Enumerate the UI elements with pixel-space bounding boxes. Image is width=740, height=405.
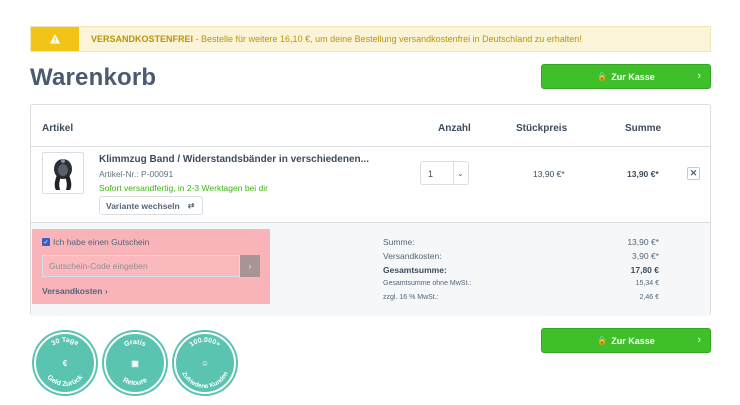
svg-text:Geld Zurück: Geld Zurück xyxy=(46,374,85,388)
shipping-costs-link[interactable]: Versandkosten › xyxy=(42,286,108,296)
checkout-button-top[interactable]: 🔒 Zur Kasse › xyxy=(541,64,711,89)
notice-body: - Bestelle für weitere 16,10 €, um deine… xyxy=(193,34,582,44)
checkout-label: Zur Kasse xyxy=(611,71,655,82)
cart-table: Artikel Anzahl Stückpreis Summe Klimmzug… xyxy=(30,104,711,316)
checkout-button-bottom[interactable]: 🔒 Zur Kasse › xyxy=(541,328,711,353)
product-sku: Artikel-Nr.: P-00091 xyxy=(99,169,174,179)
remove-item-button[interactable]: ✕ xyxy=(687,167,700,180)
grand-total-value: 17,80 € xyxy=(630,265,659,275)
cart-footer: ✓ Ich habe einen Gutschein Gutschein-Cod… xyxy=(31,222,710,316)
svg-text:100.000+: 100.000+ xyxy=(188,337,221,349)
vat-value: 2,46 € xyxy=(639,294,659,301)
voucher-checkbox[interactable]: ✓ Ich habe einen Gutschein xyxy=(42,237,149,247)
svg-text:Zufriedene Kunden: Zufriedene Kunden xyxy=(180,371,230,391)
grand-total-label: Gesamtsumme: xyxy=(383,265,447,275)
free-return-badge: Gratis Retoure ▣ xyxy=(104,332,166,394)
lock-icon: 🔒 xyxy=(597,72,608,81)
chevron-right-icon: › xyxy=(697,334,701,346)
cart-header: Artikel Anzahl Stückpreis Summe xyxy=(31,105,710,147)
money-back-badge: 30 Tage Geld Zurück € xyxy=(34,332,96,394)
col-article: Artikel xyxy=(42,123,74,134)
badge-free-bottom: Retoure xyxy=(121,377,148,387)
svg-text:Gratis: Gratis xyxy=(123,339,147,348)
notice-text: VERSANDKOSTENFREI - Bestelle für weitere… xyxy=(79,34,582,44)
unit-price: 13,90 €* xyxy=(533,169,565,179)
product-name-link[interactable]: Klimmzug Band / Widerstandsbänder in ver… xyxy=(99,154,369,165)
badge-days-top: 30 Tage xyxy=(50,337,79,348)
shipping-link-label: Versandkosten xyxy=(42,286,103,296)
lock-icon: 🔒 xyxy=(597,336,608,345)
col-quantity: Anzahl xyxy=(438,123,471,134)
swap-icon: ⇄ xyxy=(187,201,195,210)
net-total-label: Gesamtsumme ohne MwSt.: xyxy=(383,280,472,287)
badge-customers-bottom: Zufriedene Kunden xyxy=(180,371,230,391)
svg-text:Retoure: Retoure xyxy=(121,377,148,387)
svg-text:30 Tage: 30 Tage xyxy=(50,337,79,348)
happy-customers-badge: 100.000+ Zufriedene Kunden ☺ xyxy=(174,332,236,394)
badge-customers-top: 100.000+ xyxy=(188,337,221,349)
col-unit-price: Stückpreis xyxy=(516,123,568,134)
warning-icon xyxy=(31,27,79,51)
quantity-select[interactable]: 1 ⌄ xyxy=(420,161,469,185)
voucher-checkbox-label: Ich habe einen Gutschein xyxy=(53,237,150,247)
badge-free-top: Gratis xyxy=(123,339,147,348)
col-total: Summe xyxy=(625,123,662,134)
checkbox-icon[interactable]: ✓ xyxy=(42,238,50,246)
quantity-value: 1 xyxy=(428,169,434,179)
shipping-notice: VERSANDKOSTENFREI - Bestelle für weitere… xyxy=(30,26,711,52)
shipping-value: 3,90 €* xyxy=(632,251,659,261)
net-total-value: 15,34 € xyxy=(635,280,659,287)
change-variant-button[interactable]: Variante wechseln ⇄ xyxy=(99,196,203,215)
line-total: 13,90 €* xyxy=(627,169,659,179)
chevron-right-icon: › xyxy=(697,70,701,82)
box-icon: ▣ xyxy=(131,358,139,368)
coin-icon: € xyxy=(62,358,68,368)
select-divider xyxy=(453,162,454,184)
delivery-status: Sofort versandfertig, in 2-3 Werktagen b… xyxy=(99,183,268,193)
voucher-panel: ✓ Ich habe einen Gutschein Gutschein-Cod… xyxy=(32,229,270,304)
sum-value: 13,90 €* xyxy=(627,237,659,247)
sum-label: Summe: xyxy=(383,237,415,247)
smiley-icon: ☺ xyxy=(200,358,210,368)
variant-label: Variante wechseln xyxy=(106,200,180,211)
shipping-label: Versandkosten: xyxy=(383,251,442,261)
badge-days-bottom: Geld Zurück xyxy=(46,374,85,388)
voucher-submit-button[interactable]: › xyxy=(240,255,260,277)
product-image[interactable] xyxy=(42,152,84,194)
notice-strong: VERSANDKOSTENFREI xyxy=(91,34,194,44)
chevron-down-icon: ⌄ xyxy=(457,169,464,178)
page-title: Warenkorb xyxy=(30,64,157,91)
vat-label: zzgl. 16 % MwSt.: xyxy=(383,294,439,301)
voucher-placeholder: Gutschein-Code eingeben xyxy=(49,261,148,271)
voucher-code-input[interactable]: Gutschein-Code eingeben xyxy=(42,255,240,277)
checkout-label: Zur Kasse xyxy=(611,335,655,346)
